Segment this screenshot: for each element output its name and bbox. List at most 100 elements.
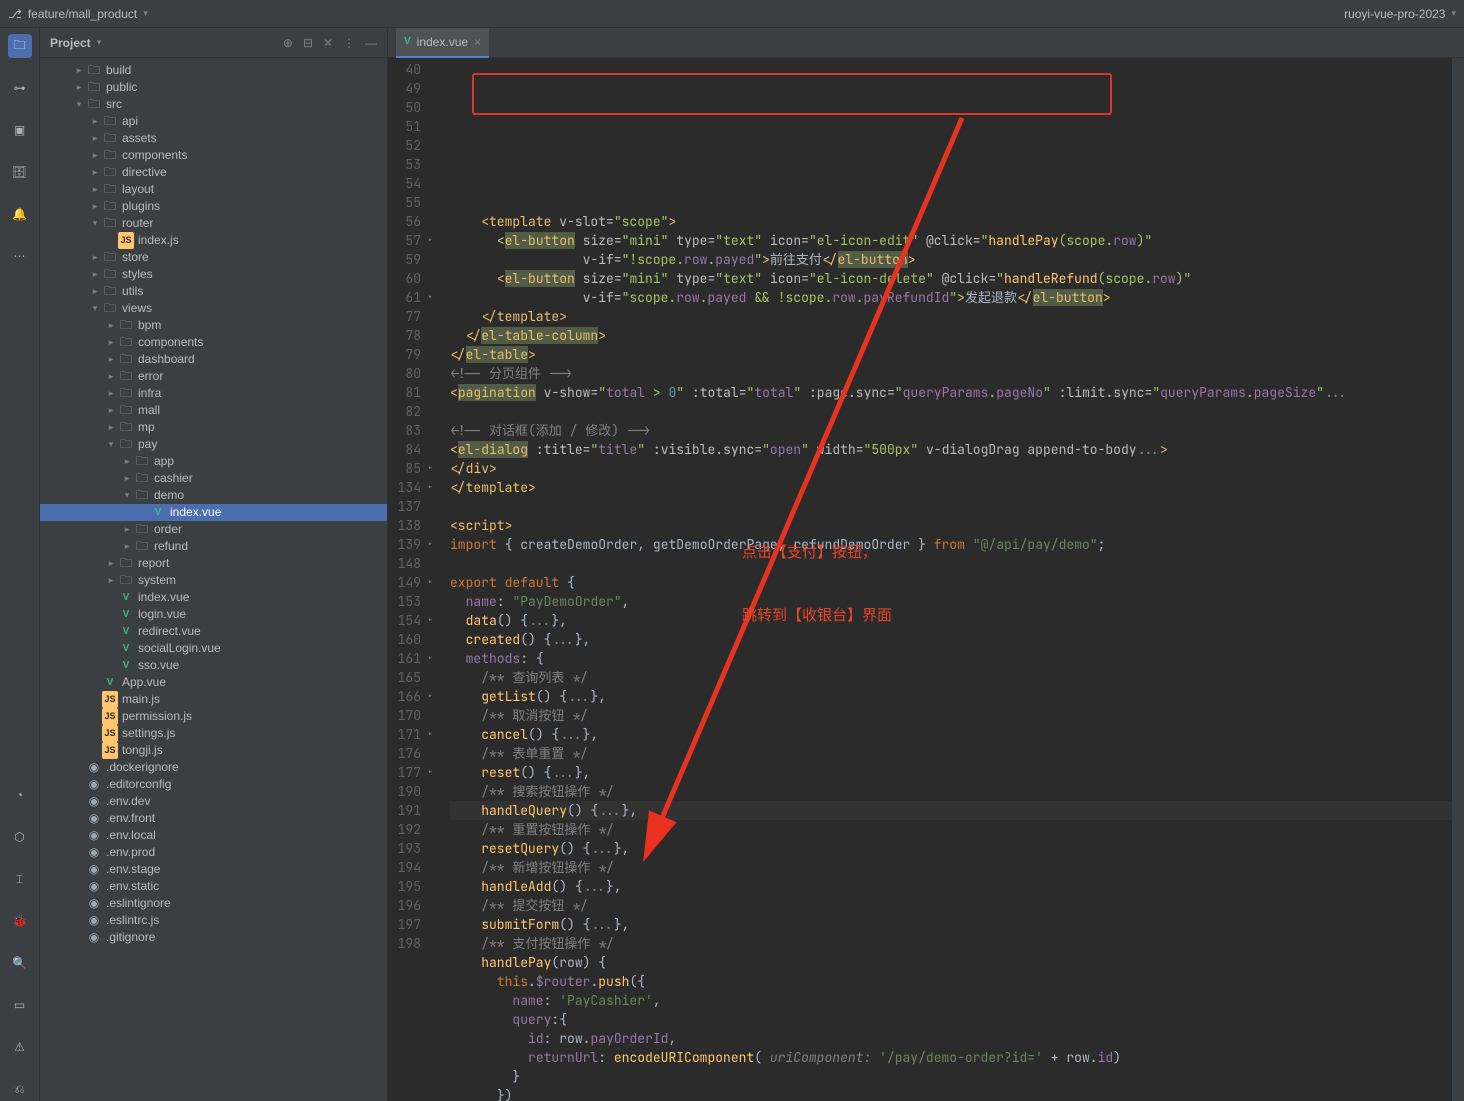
tree-item-bpm[interactable]: 🗀bpm: [40, 317, 387, 334]
tree-arrow[interactable]: [104, 419, 118, 436]
tree-item-mp[interactable]: 🗀mp: [40, 419, 387, 436]
code-line[interactable]: v-if="scope.row.payed && !scope.row.payR…: [450, 288, 1452, 307]
notifications-tool-icon[interactable]: 🔔: [8, 202, 32, 226]
tree-arrow[interactable]: [104, 351, 118, 368]
structure-tool-icon[interactable]: ▣: [8, 118, 32, 142]
tree-item-store[interactable]: 🗀store: [40, 249, 387, 266]
project-selector[interactable]: ruoyi-vue-pro-2023 ▾: [1344, 7, 1456, 21]
tree-arrow[interactable]: [104, 555, 118, 572]
code-line[interactable]: handleAdd() {...},: [450, 877, 1452, 896]
scrollbar[interactable]: [1452, 58, 1464, 1101]
code-line[interactable]: submitForm() {...},: [450, 915, 1452, 934]
close-icon[interactable]: ×: [474, 35, 481, 49]
code-line[interactable]: <script>: [450, 516, 1452, 535]
code-line[interactable]: <!-- 对话框(添加 / 修改) -->: [450, 421, 1452, 440]
tree-item-system[interactable]: 🗀system: [40, 572, 387, 589]
code-line[interactable]: </div>: [450, 459, 1452, 478]
tree-item-permission-js[interactable]: JSpermission.js: [40, 708, 387, 725]
tree-item-refund[interactable]: 🗀refund: [40, 538, 387, 555]
code-line[interactable]: cancel() {...},: [450, 725, 1452, 744]
fold-icon[interactable]: ▸: [425, 459, 433, 478]
fold-icon[interactable]: ▸: [425, 231, 433, 250]
tree-item-layout[interactable]: 🗀layout: [40, 181, 387, 198]
code-line[interactable]: returnUrl: encodeURIComponent( uriCompon…: [450, 1048, 1452, 1067]
tree-item-src[interactable]: 🗀src: [40, 96, 387, 113]
tree-arrow[interactable]: [120, 453, 134, 470]
code-line[interactable]: resetQuery() {...},: [450, 839, 1452, 858]
vcs-tool-icon[interactable]: ⎌: [8, 1077, 32, 1101]
code-line[interactable]: </template>: [450, 307, 1452, 326]
more-tool-icon[interactable]: ⋯: [8, 244, 32, 268]
code-line[interactable]: <el-button size="mini" type="text" icon=…: [450, 231, 1452, 250]
tree-item-sso-vue[interactable]: Vsso.vue: [40, 657, 387, 674]
locate-icon[interactable]: ⊕: [283, 36, 293, 50]
tree-item--editorconfig[interactable]: ◉.editorconfig: [40, 776, 387, 793]
tree-item-components[interactable]: 🗀components: [40, 334, 387, 351]
tree-item-order[interactable]: 🗀order: [40, 521, 387, 538]
tree-arrow[interactable]: [88, 215, 102, 232]
branch-selector[interactable]: ⎇ feature/mall_product ▾: [8, 7, 148, 21]
tree-arrow[interactable]: [104, 317, 118, 334]
tree-item--env-static[interactable]: ◉.env.static: [40, 878, 387, 895]
profiler-tool-icon[interactable]: ◔: [8, 783, 32, 807]
code-line[interactable]: /** 搜索按钮操作 */: [450, 782, 1452, 801]
tree-arrow[interactable]: [120, 538, 134, 555]
code-line[interactable]: reset() {...},: [450, 763, 1452, 782]
tree-item-components[interactable]: 🗀components: [40, 147, 387, 164]
tree-item-demo[interactable]: 🗀demo: [40, 487, 387, 504]
code-line[interactable]: </el-table>: [450, 345, 1452, 364]
fold-icon[interactable]: ▸: [425, 573, 433, 592]
code-line[interactable]: /** 取消按钮 */: [450, 706, 1452, 725]
tree-item-socialLogin-vue[interactable]: VsocialLogin.vue: [40, 640, 387, 657]
tree-item--env-dev[interactable]: ◉.env.dev: [40, 793, 387, 810]
code-line[interactable]: }): [450, 1086, 1452, 1101]
tree-item-index-vue[interactable]: Vindex.vue: [40, 589, 387, 606]
tree-item--env-local[interactable]: ◉.env.local: [40, 827, 387, 844]
code-line[interactable]: /** 提交按钮 */: [450, 896, 1452, 915]
code-line[interactable]: </template>: [450, 478, 1452, 497]
tree-item-styles[interactable]: 🗀styles: [40, 266, 387, 283]
tree-item--gitignore[interactable]: ◉.gitignore: [40, 929, 387, 946]
fold-icon[interactable]: ▸: [425, 611, 433, 630]
fold-icon[interactable]: ▸: [425, 478, 433, 497]
fold-icon[interactable]: ▸: [425, 649, 433, 668]
code-line[interactable]: /** 支付按钮操作 */: [450, 934, 1452, 953]
hide-icon[interactable]: ✕: [323, 36, 333, 50]
tree-item-settings-js[interactable]: JSsettings.js: [40, 725, 387, 742]
code-line[interactable]: v-if="!scope.row.payed">前往支付</el-button>: [450, 250, 1452, 269]
tree-item--env-stage[interactable]: ◉.env.stage: [40, 861, 387, 878]
code-body[interactable]: 点击【支付】按钮， 跳转到【收银台】界面 <template v-slot="s…: [442, 58, 1452, 1101]
tree-item-index-js[interactable]: JSindex.js: [40, 232, 387, 249]
fold-icon[interactable]: ▸: [425, 687, 433, 706]
code-line[interactable]: }: [450, 1067, 1452, 1086]
code-line[interactable]: handlePay(row) {: [450, 953, 1452, 972]
code-line[interactable]: created() {...},: [450, 630, 1452, 649]
tree-item-utils[interactable]: 🗀utils: [40, 283, 387, 300]
tree-item-app[interactable]: 🗀app: [40, 453, 387, 470]
tree-arrow[interactable]: [88, 130, 102, 147]
tree-item-error[interactable]: 🗀error: [40, 368, 387, 385]
fold-icon[interactable]: ▸: [425, 288, 433, 307]
code-line[interactable]: [450, 402, 1452, 421]
tree-arrow[interactable]: [88, 198, 102, 215]
code-line[interactable]: <!-- 分页组件 -->: [450, 364, 1452, 383]
tree-item-App-vue[interactable]: VApp.vue: [40, 674, 387, 691]
project-tree[interactable]: 🗀build🗀public🗀src🗀api🗀assets🗀components🗀…: [40, 58, 387, 1101]
tree-arrow[interactable]: [88, 249, 102, 266]
tree-arrow[interactable]: [120, 521, 134, 538]
tree-arrow[interactable]: [104, 436, 118, 453]
minimize-icon[interactable]: —: [365, 36, 377, 50]
tree-item-redirect-vue[interactable]: Vredirect.vue: [40, 623, 387, 640]
tree-arrow[interactable]: [104, 334, 118, 351]
tree-arrow[interactable]: [104, 385, 118, 402]
search-tool-icon[interactable]: 🔍: [8, 951, 32, 975]
tree-item-api[interactable]: 🗀api: [40, 113, 387, 130]
tree-item-mall[interactable]: 🗀mall: [40, 402, 387, 419]
tree-item-plugins[interactable]: 🗀plugins: [40, 198, 387, 215]
tree-item-infra[interactable]: 🗀infra: [40, 385, 387, 402]
collapse-icon[interactable]: ⊟: [303, 36, 313, 50]
code-line[interactable]: /** 表单重置 */: [450, 744, 1452, 763]
tree-arrow[interactable]: [72, 62, 86, 79]
tree-item-main-js[interactable]: JSmain.js: [40, 691, 387, 708]
tree-arrow[interactable]: [88, 283, 102, 300]
